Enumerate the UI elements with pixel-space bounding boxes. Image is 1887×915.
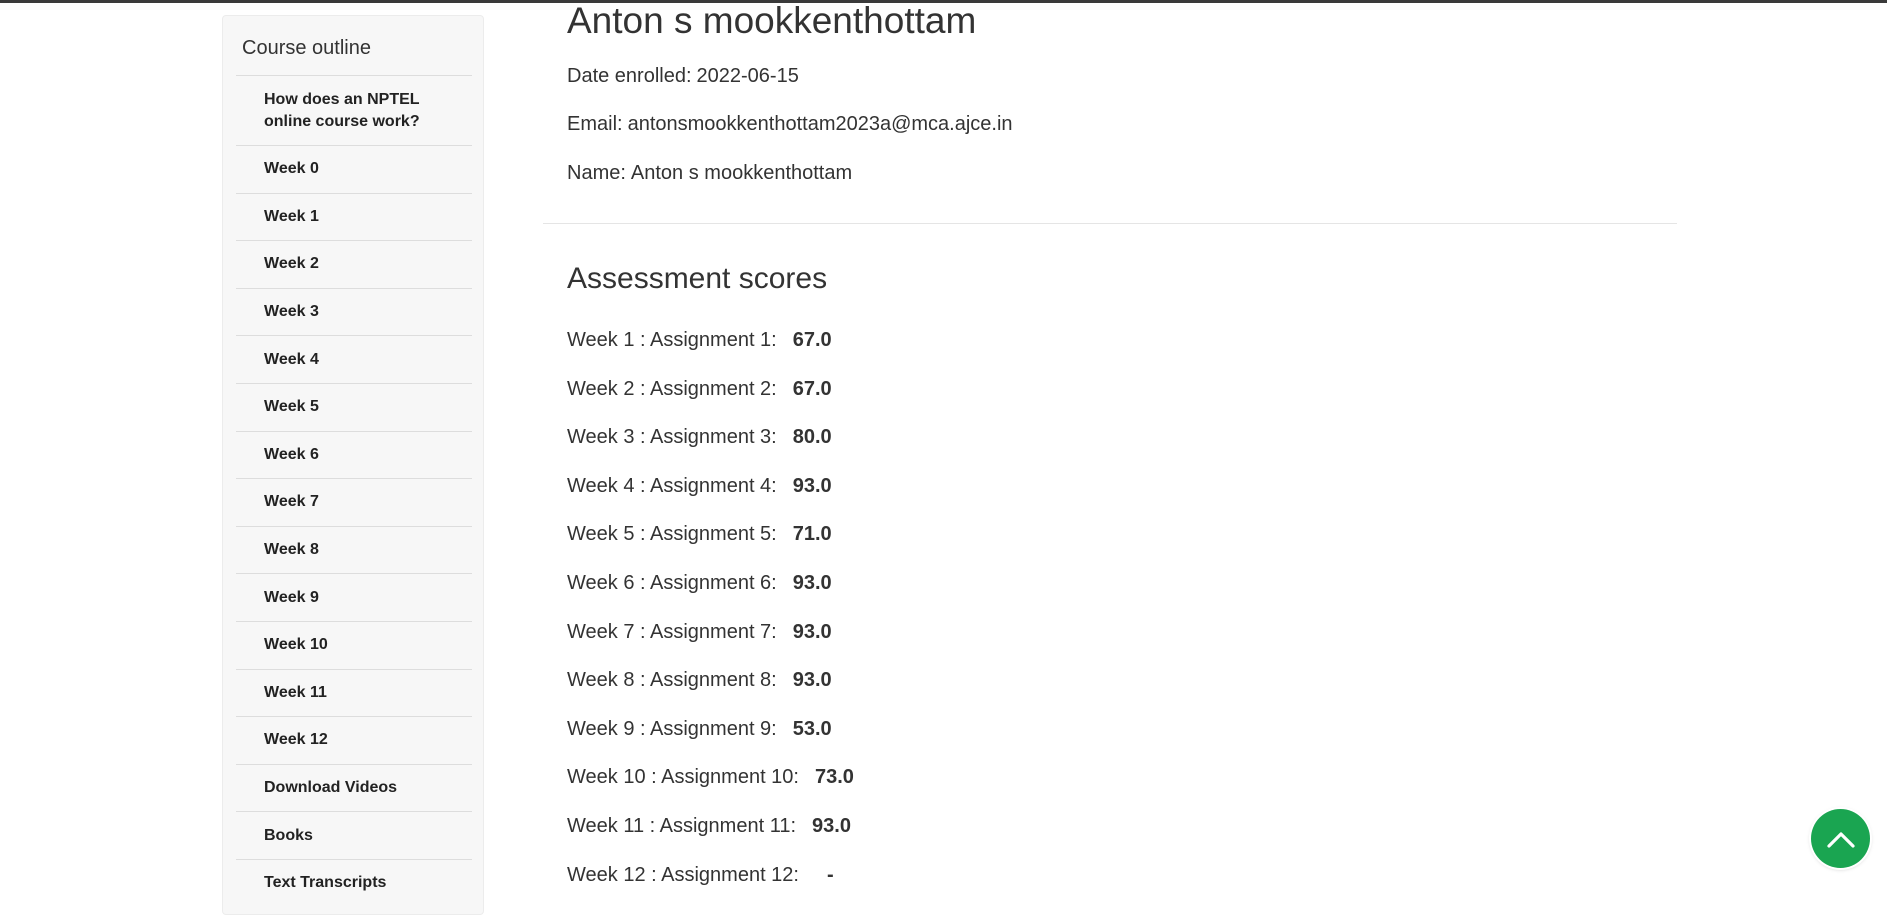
score-label: Week 12 : Assignment 12: — [567, 863, 799, 886]
score-label: Week 7 : Assignment 7: — [567, 620, 777, 643]
sidebar-item-label: Week 11 — [264, 683, 327, 701]
score-row: Week 11 : Assignment 11: 93.0 — [567, 815, 854, 864]
sidebar-item-label: How does an NPTEL online course work? — [264, 90, 420, 130]
sidebar-item-label: Week 0 — [264, 160, 319, 178]
score-value: 93.0 — [792, 620, 832, 643]
assessment-scores-title: Assessment scores — [567, 262, 828, 295]
email-label: Email: — [567, 113, 623, 135]
sidebar-item-week-2[interactable]: Week 2 — [236, 240, 472, 288]
sidebar-item-week-10[interactable]: Week 10 — [236, 620, 472, 669]
sidebar-item-text-transcripts[interactable]: Text Transcripts — [236, 858, 472, 907]
sidebar-item-label: Week 6 — [264, 445, 319, 463]
sidebar-item-week-0[interactable]: Week 0 — [236, 145, 472, 193]
sidebar-item-week-6[interactable]: Week 6 — [236, 430, 472, 479]
sidebar-list: How does an NPTEL online course work? We… — [236, 75, 472, 907]
student-name-heading: Anton s mookkenthottam — [567, 0, 977, 41]
sidebar-item-label: Download Videos — [264, 779, 398, 797]
sidebar-item-label: Week 2 — [264, 255, 319, 273]
score-row: Week 6 : Assignment 6: 93.0 — [567, 572, 854, 621]
email-value: antonsmookkenthottam2023a@mca.ajce.in — [627, 113, 1013, 135]
date-enrolled-label: Date enrolled: — [567, 65, 692, 87]
sidebar-item-label: Text Transcripts — [264, 874, 387, 892]
score-label: Week 11 : Assignment 11: — [567, 814, 797, 837]
score-label: Week 3 : Assignment 3: — [567, 426, 777, 449]
score-label: Week 4 : Assignment 4: — [567, 474, 777, 497]
sidebar-item-week-11[interactable]: Week 11 — [236, 668, 472, 717]
sidebar-item-week-1[interactable]: Week 1 — [236, 192, 472, 241]
score-row: Week 7 : Assignment 7: 93.0 — [567, 621, 854, 670]
sidebar-item-label: Books — [264, 826, 313, 844]
sidebar-item-label: Week 10 — [264, 636, 328, 654]
section-divider — [543, 223, 1677, 224]
sidebar-item-week-7[interactable]: Week 7 — [236, 478, 472, 526]
score-label: Week 9 : Assignment 9: — [567, 717, 777, 740]
sidebar-item-week-12[interactable]: Week 12 — [236, 716, 472, 764]
score-value: 67.0 — [792, 329, 832, 351]
sidebar-item-download-videos[interactable]: Download Videos — [236, 763, 472, 812]
name-label: Name: — [567, 162, 626, 184]
score-value: 93.0 — [792, 669, 832, 692]
name-line: Name: Anton s mookkenthottam — [567, 162, 852, 185]
score-row: Week 12 : Assignment 12: - — [567, 864, 854, 913]
score-row: Week 10 : Assignment 10: 73.0 — [567, 766, 854, 815]
name-value: Anton s mookkenthottam — [630, 162, 853, 184]
sidebar-item-week-8[interactable]: Week 8 — [236, 525, 472, 574]
score-row: Week 4 : Assignment 4: 93.0 — [567, 475, 854, 524]
course-outline-sidebar: Course outline How does an NPTEL online … — [222, 15, 484, 915]
score-label: Week 1 : Assignment 1: — [567, 329, 777, 351]
score-value: 73.0 — [814, 766, 854, 789]
sidebar-item-label: Week 8 — [264, 541, 319, 559]
back-to-top-button[interactable] — [1811, 809, 1870, 868]
sidebar-item-week-5[interactable]: Week 5 — [236, 382, 472, 431]
score-row: Week 8 : Assignment 8: 93.0 — [567, 669, 854, 718]
score-value: 71.0 — [792, 523, 832, 546]
sidebar-item-label: Week 3 — [264, 303, 319, 321]
sidebar-item-label: Week 9 — [264, 588, 319, 606]
chevron-up-icon — [1826, 831, 1855, 848]
sidebar-item-label: Week 5 — [264, 398, 319, 416]
score-value: - — [826, 863, 834, 886]
sidebar-item-label: Week 1 — [264, 207, 319, 225]
sidebar-item-label: Week 4 — [264, 350, 319, 368]
assessment-score-list: Week 1 : Assignment 1: 67.0 Week 2 : Ass… — [567, 329, 854, 912]
score-value: 93.0 — [812, 814, 851, 837]
score-value: 80.0 — [792, 426, 832, 449]
score-row: Week 5 : Assignment 5: 71.0 — [567, 523, 854, 572]
score-label: Week 10 : Assignment 10: — [567, 766, 799, 789]
score-row: Week 3 : Assignment 3: 80.0 — [567, 426, 854, 475]
score-label: Week 6 : Assignment 6: — [567, 571, 777, 594]
score-value: 53.0 — [792, 717, 832, 740]
date-enrolled-line: Date enrolled: 2022-06-15 — [567, 65, 799, 88]
sidebar-item-week-9[interactable]: Week 9 — [236, 573, 472, 621]
sidebar-item-week-4[interactable]: Week 4 — [236, 335, 472, 383]
score-label: Week 5 : Assignment 5: — [567, 523, 777, 546]
score-label: Week 2 : Assignment 2: — [567, 377, 777, 400]
score-label: Week 8 : Assignment 8: — [567, 669, 777, 692]
date-enrolled-value: 2022-06-15 — [696, 65, 799, 87]
sidebar-item-how-nptel-works[interactable]: How does an NPTEL online course work? — [236, 75, 472, 145]
score-row: Week 1 : Assignment 1: 67.0 — [567, 329, 854, 378]
score-value: 93.0 — [792, 571, 832, 594]
email-line: Email: antonsmookkenthottam2023a@mca.ajce… — [567, 113, 1013, 136]
sidebar-title: Course outline — [242, 37, 371, 59]
score-value: 67.0 — [792, 377, 832, 400]
score-row: Week 2 : Assignment 2: 67.0 — [567, 378, 854, 427]
sidebar-item-week-3[interactable]: Week 3 — [236, 287, 472, 336]
score-value: 93.0 — [792, 474, 832, 497]
sidebar-item-label: Week 7 — [264, 493, 319, 511]
sidebar-item-label: Week 12 — [264, 731, 328, 749]
score-row: Week 9 : Assignment 9: 53.0 — [567, 718, 854, 767]
sidebar-item-books[interactable]: Books — [236, 811, 472, 859]
